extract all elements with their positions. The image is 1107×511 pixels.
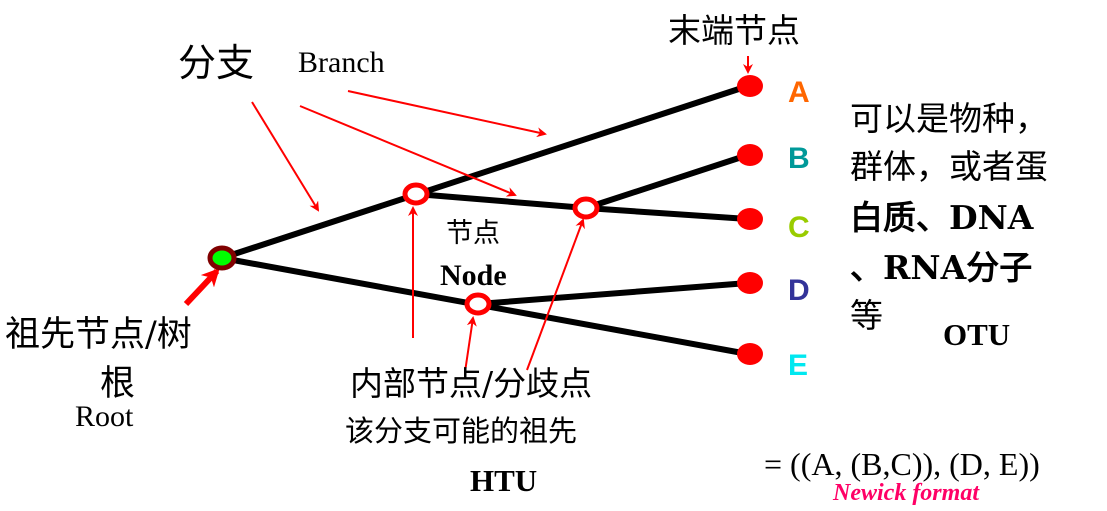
branch-arrow-1: [251, 101, 320, 212]
branch-d: [475, 280, 751, 307]
tip-label-c: C: [788, 211, 810, 244]
tip-node-d: [737, 272, 763, 294]
otu-desc-line: 可以是物种，: [850, 99, 1048, 138]
otu-label: OTU: [943, 317, 1010, 352]
internal-node: [402, 182, 430, 206]
branch-label-en: Branch: [298, 46, 385, 79]
node-label-cn: 节点: [446, 218, 500, 249]
branch-c: [583, 205, 751, 222]
otu-desc-line: 群体，或者蛋: [850, 147, 1048, 186]
internal-node-label-2: 该分支可能的祖先: [345, 414, 577, 448]
htu-label: HTU: [470, 463, 537, 498]
internal-node-label-1: 内部节点/分歧点: [350, 364, 592, 403]
tip-label-b: B: [788, 142, 810, 175]
tip-label-e: E: [788, 349, 808, 382]
tip-label-d: D: [788, 274, 810, 307]
otu-desc-line: 等: [850, 296, 883, 335]
root-label-cn-2: 根: [100, 364, 135, 404]
otu-desc-line: 、RNA分子: [850, 248, 1032, 287]
branch-b: [583, 152, 751, 211]
internal-node: [464, 292, 492, 316]
terminal-node-label: 末端节点: [668, 11, 800, 50]
root-label-en: Root: [75, 400, 134, 433]
otu-desc-line: 白质、DNA: [850, 198, 1034, 237]
node-label-en: Node: [440, 259, 507, 292]
newick-string: = ((A, (B,C)), (D, E)): [764, 446, 1040, 482]
phylogenetic-tree-diagram: A B C D E 分支 Branch 末端节点 节点 Node 祖先节点/树 …: [5, 11, 1048, 506]
branch-arrow-2: [299, 105, 517, 197]
tip-node-a: [737, 75, 763, 97]
tip-node-e: [737, 343, 763, 365]
branch-arrow-3: [347, 90, 547, 138]
root-node: [207, 245, 237, 271]
internal-node: [572, 196, 600, 220]
tip-node-c: [737, 208, 763, 230]
tip-node-b: [737, 144, 763, 166]
tip-label-a: A: [788, 76, 810, 109]
newick-caption: Newick format: [832, 480, 980, 506]
branch-node1-node2: [413, 191, 589, 211]
root-label-cn-1: 祖先节点/树: [5, 315, 192, 355]
root-arrow: [183, 268, 220, 307]
branch-label-cn: 分支: [178, 41, 254, 85]
